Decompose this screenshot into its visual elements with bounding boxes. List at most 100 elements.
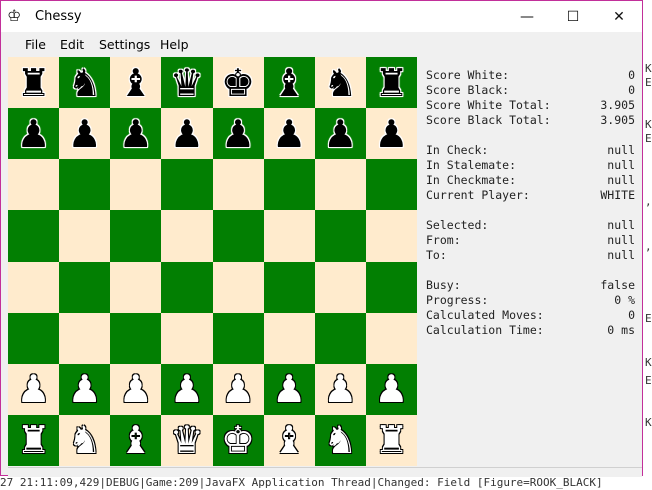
square-h4[interactable]	[365, 261, 417, 313]
close-button[interactable]: ✕	[596, 1, 642, 32]
square-a4[interactable]	[8, 261, 60, 313]
square-e4[interactable]	[212, 261, 264, 313]
title-bar[interactable]: ♔ Chessy — ☐ ✕	[1, 1, 642, 32]
square-e6[interactable]	[212, 159, 264, 211]
square-b8[interactable]: ♞	[59, 57, 111, 109]
black-pawn-icon[interactable]: ♟	[59, 108, 110, 159]
black-queen-icon[interactable]: ♛	[161, 57, 212, 108]
square-h5[interactable]	[365, 210, 417, 262]
black-pawn-icon[interactable]: ♟	[110, 108, 161, 159]
square-a2[interactable]: ♟	[8, 363, 60, 415]
white-queen-icon[interactable]: ♛	[161, 415, 212, 466]
white-bishop-icon[interactable]: ♝	[110, 415, 161, 466]
square-h1[interactable]: ♜	[365, 414, 417, 466]
menu-file[interactable]: File	[25, 37, 46, 52]
square-e3[interactable]	[212, 312, 264, 364]
menu-settings[interactable]: Settings	[99, 37, 150, 52]
square-c3[interactable]	[110, 312, 162, 364]
square-g2[interactable]: ♟	[314, 363, 366, 415]
square-c7[interactable]: ♟	[110, 108, 162, 160]
square-d2[interactable]: ♟	[161, 363, 213, 415]
square-b1[interactable]: ♞	[59, 414, 111, 466]
black-bishop-icon[interactable]: ♝	[110, 57, 161, 108]
black-pawn-icon[interactable]: ♟	[8, 108, 59, 159]
square-g8[interactable]: ♞	[314, 57, 366, 109]
black-pawn-icon[interactable]: ♟	[161, 108, 212, 159]
square-b5[interactable]	[59, 210, 111, 262]
square-f8[interactable]: ♝	[263, 57, 315, 109]
square-c2[interactable]: ♟	[110, 363, 162, 415]
white-pawn-icon[interactable]: ♟	[110, 364, 161, 415]
square-f2[interactable]: ♟	[263, 363, 315, 415]
white-pawn-icon[interactable]: ♟	[366, 364, 417, 415]
white-pawn-icon[interactable]: ♟	[213, 364, 264, 415]
square-g7[interactable]: ♟	[314, 108, 366, 160]
square-c6[interactable]	[110, 159, 162, 211]
minimize-button[interactable]: —	[504, 1, 550, 32]
black-rook-icon[interactable]: ♜	[366, 57, 417, 108]
square-g3[interactable]	[314, 312, 366, 364]
square-f7[interactable]: ♟	[263, 108, 315, 160]
square-h3[interactable]	[365, 312, 417, 364]
square-a5[interactable]	[8, 210, 60, 262]
black-knight-icon[interactable]: ♞	[315, 57, 366, 108]
square-c8[interactable]: ♝	[110, 57, 162, 109]
square-a3[interactable]	[8, 312, 60, 364]
square-d6[interactable]	[161, 159, 213, 211]
square-g6[interactable]	[314, 159, 366, 211]
square-d4[interactable]	[161, 261, 213, 313]
square-b2[interactable]: ♟	[59, 363, 111, 415]
square-e5[interactable]	[212, 210, 264, 262]
square-h6[interactable]	[365, 159, 417, 211]
white-knight-icon[interactable]: ♞	[59, 415, 110, 466]
black-rook-icon[interactable]: ♜	[8, 57, 59, 108]
chess-board[interactable]: ♜ ♞ ♝ ♛ ♚ ♝ ♞ ♜ ♟ ♟ ♟ ♟ ♟ ♟ ♟ ♟ ♟ ♟ ♟ ♟ ♟ ♟ ♟ ♟ ♜ ♞ ♝ ♛ ♚ ♝ ♞ ♜	[8, 57, 417, 466]
square-d8[interactable]: ♛	[161, 57, 213, 109]
menu-help[interactable]: Help	[160, 37, 189, 52]
maximize-button[interactable]: ☐	[550, 1, 596, 32]
square-g4[interactable]	[314, 261, 366, 313]
menu-edit[interactable]: Edit	[60, 37, 84, 52]
white-bishop-icon[interactable]: ♝	[264, 415, 315, 466]
black-pawn-icon[interactable]: ♟	[264, 108, 315, 159]
white-pawn-icon[interactable]: ♟	[264, 364, 315, 415]
square-f3[interactable]	[263, 312, 315, 364]
square-d7[interactable]: ♟	[161, 108, 213, 160]
black-pawn-icon[interactable]: ♟	[315, 108, 366, 159]
square-b4[interactable]	[59, 261, 111, 313]
square-a6[interactable]	[8, 159, 60, 211]
white-king-icon[interactable]: ♚	[213, 415, 264, 466]
square-c4[interactable]	[110, 261, 162, 313]
square-e2[interactable]: ♟	[212, 363, 264, 415]
white-pawn-icon[interactable]: ♟	[315, 364, 366, 415]
square-c1[interactable]: ♝	[110, 414, 162, 466]
square-c5[interactable]	[110, 210, 162, 262]
square-g1[interactable]: ♞	[314, 414, 366, 466]
black-pawn-icon[interactable]: ♟	[366, 108, 417, 159]
white-knight-icon[interactable]: ♞	[315, 415, 366, 466]
white-pawn-icon[interactable]: ♟	[59, 364, 110, 415]
square-e8[interactable]: ♚	[212, 57, 264, 109]
square-b3[interactable]	[59, 312, 111, 364]
square-d5[interactable]	[161, 210, 213, 262]
square-f5[interactable]	[263, 210, 315, 262]
square-e1[interactable]: ♚	[212, 414, 264, 466]
black-pawn-icon[interactable]: ♟	[213, 108, 264, 159]
square-f4[interactable]	[263, 261, 315, 313]
white-pawn-icon[interactable]: ♟	[161, 364, 212, 415]
square-d1[interactable]: ♛	[161, 414, 213, 466]
square-h8[interactable]: ♜	[365, 57, 417, 109]
square-a8[interactable]: ♜	[8, 57, 60, 109]
white-rook-icon[interactable]: ♜	[8, 415, 59, 466]
square-f1[interactable]: ♝	[263, 414, 315, 466]
square-h7[interactable]: ♟	[365, 108, 417, 160]
black-king-icon[interactable]: ♚	[213, 57, 264, 108]
square-b6[interactable]	[59, 159, 111, 211]
square-a1[interactable]: ♜	[8, 414, 60, 466]
white-pawn-icon[interactable]: ♟	[8, 364, 59, 415]
square-e7[interactable]: ♟	[212, 108, 264, 160]
square-g5[interactable]	[314, 210, 366, 262]
black-bishop-icon[interactable]: ♝	[264, 57, 315, 108]
square-h2[interactable]: ♟	[365, 363, 417, 415]
square-f6[interactable]	[263, 159, 315, 211]
